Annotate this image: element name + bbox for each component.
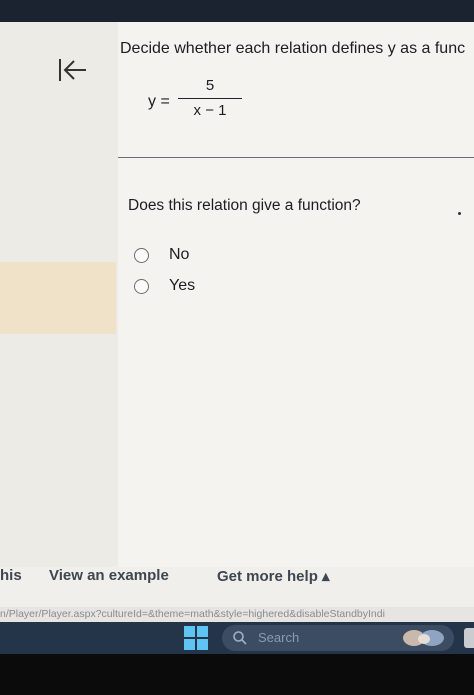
search-icon — [233, 631, 247, 645]
search-placeholder: Search — [258, 630, 300, 645]
browser-viewport: Decide whether each relation defines y a… — [0, 22, 474, 622]
equation: y = 5 x − 1 — [148, 76, 268, 126]
stray-dot — [458, 212, 461, 215]
monitor-bezel — [0, 654, 474, 695]
question-title: Decide whether each relation defines y a… — [120, 40, 466, 57]
back-to-start-button[interactable] — [56, 56, 90, 84]
radio-yes[interactable] — [134, 278, 149, 294]
taskbar-search[interactable]: Search — [222, 625, 454, 651]
back-arrow-icon — [59, 59, 86, 81]
option-no-label: No — [169, 246, 190, 263]
question-prompt: Does this relation give a function? — [128, 197, 361, 214]
status-url: n/Player/Player.aspx?cultureId=&theme=ma… — [0, 607, 474, 622]
footer-bar: his View an example Get more help ▴ — [0, 567, 474, 607]
section-divider — [118, 157, 474, 158]
radio-no[interactable] — [134, 247, 149, 263]
footer-partial-link[interactable]: his — [0, 567, 22, 584]
get-more-help-link[interactable]: Get more help ▴ — [217, 567, 330, 585]
equation-numerator: 5 — [205, 77, 215, 94]
left-panel — [0, 22, 119, 567]
question-panel: Decide whether each relation defines y a… — [118, 22, 474, 567]
taskbar-app-icon[interactable] — [464, 628, 474, 648]
taskbar: Search — [0, 622, 474, 654]
windows-start-icon[interactable] — [183, 625, 209, 651]
option-yes-label: Yes — [169, 277, 196, 294]
option-no[interactable]: No — [134, 246, 189, 264]
equation-denominator: x − 1 — [193, 102, 227, 119]
window-top-bar — [0, 0, 474, 22]
equation-lhs: y = — [148, 93, 170, 110]
fraction-bar — [178, 98, 242, 99]
left-panel-highlight — [0, 262, 116, 334]
equation-fraction: 5 x − 1 — [178, 76, 242, 121]
view-example-link[interactable]: View an example — [49, 567, 169, 584]
option-yes[interactable]: Yes — [134, 277, 195, 295]
search-highlight-icon — [403, 630, 444, 646]
